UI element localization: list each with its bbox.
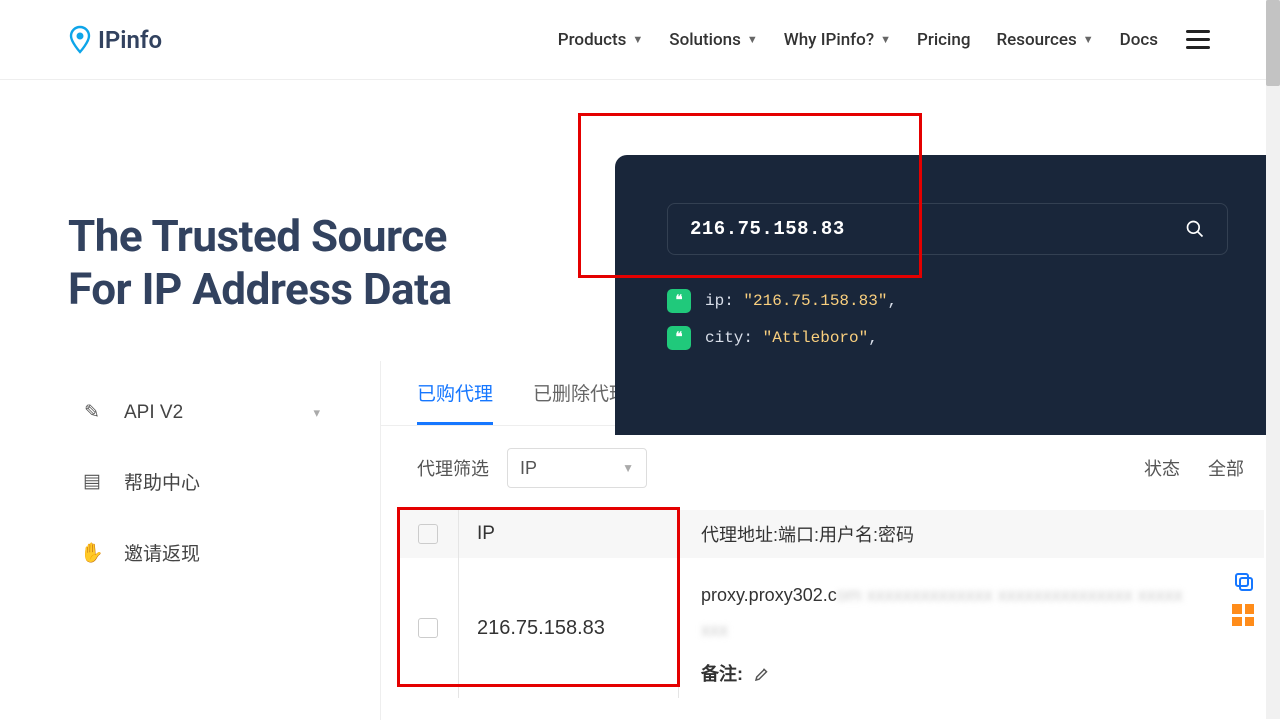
tab-deleted[interactable]: 已删除代理: [533, 379, 628, 425]
chevron-down-icon: ▼: [632, 33, 643, 46]
sidebar: ✎ API V2 ▾ ▤ 帮助中心 ✋ 邀请返现: [0, 361, 380, 720]
status-value: 全部: [1208, 455, 1244, 481]
edit-icon[interactable]: [753, 665, 771, 683]
chevron-down-icon: ▼: [880, 33, 891, 46]
nav-why[interactable]: Why IPinfo?▼: [784, 30, 891, 50]
book-icon: ▤: [80, 470, 104, 493]
sidebar-item-api[interactable]: ✎ API V2 ▾: [80, 379, 360, 446]
copy-icon[interactable]: [1232, 570, 1256, 594]
sidebar-item-label: API V2: [124, 402, 183, 424]
proxy-table: IP 代理地址:端口:用户名:密码 216.75.158.83 proxy.pr…: [397, 510, 1264, 698]
cashback-icon: ✋: [80, 541, 104, 565]
json-row-ip: ❝ ip: "216.75.158.83",: [667, 283, 1228, 320]
chevron-down-icon: ▼: [747, 33, 758, 46]
proxy-address-blurred: xxx: [701, 615, 741, 633]
row-actions: [1232, 570, 1256, 626]
row-ip-value: 216.75.158.83: [459, 558, 679, 698]
ip-search-row[interactable]: 216.75.158.83: [667, 203, 1228, 255]
col-address: 代理地址:端口:用户名:密码: [679, 521, 1264, 547]
chevron-down-icon: ▼: [622, 461, 634, 475]
note-label: 备注:: [701, 659, 743, 690]
tab-purchased[interactable]: 已购代理: [417, 379, 493, 425]
row-address-body: proxy.proxy302.com xxxxxxxxxxxxxx xxxxxx…: [701, 558, 1264, 690]
proxy-address-prefix: proxy.proxy302.c: [701, 585, 837, 605]
chevron-down-icon: ▾: [313, 405, 320, 421]
nav-docs[interactable]: Docs: [1120, 30, 1158, 50]
nav-solutions[interactable]: Solutions▼: [669, 30, 757, 50]
api-icon: ✎: [80, 401, 104, 424]
nav-products[interactable]: Products▼: [558, 30, 644, 50]
nav-pricing[interactable]: Pricing: [917, 30, 971, 50]
filter-select-value: IP: [520, 458, 537, 479]
pin-icon: [68, 25, 92, 55]
quote-badge-icon: ❝: [667, 289, 691, 313]
sidebar-item-help[interactable]: ▤ 帮助中心: [80, 446, 360, 517]
proxy-address-blurred: om xxxxxxxxxxxxxx xxxxxxxxxxxxxxx xxxxx: [837, 580, 1183, 611]
ipinfo-hero: The Trusted Source For IP Address Data 2…: [0, 80, 1280, 360]
json-row-city: ❝ city: "Attleboro",: [667, 320, 1228, 357]
chevron-down-icon: ▼: [1083, 33, 1094, 46]
main-nav: Products▼ Solutions▼ Why IPinfo?▼ Pricin…: [558, 28, 1212, 51]
ip-result-card: 216.75.158.83 ❝ ip: "216.75.158.83", ❝ c…: [615, 155, 1280, 435]
filter-label: 代理筛选: [417, 455, 489, 481]
status-label: 状态: [1144, 455, 1180, 481]
table-head: IP 代理地址:端口:用户名:密码: [397, 510, 1264, 558]
json-preview: ❝ ip: "216.75.158.83", ❝ city: "Attlebor…: [667, 283, 1228, 357]
table-row: 216.75.158.83 proxy.proxy302.com xxxxxxx…: [397, 558, 1264, 698]
note-row: 备注:: [701, 659, 1264, 690]
nav-resources[interactable]: Resources▼: [996, 30, 1093, 50]
search-icon[interactable]: [1185, 219, 1205, 239]
qr-icon[interactable]: [1232, 604, 1254, 626]
menu-icon[interactable]: [1184, 28, 1212, 51]
row-checkbox[interactable]: [418, 618, 438, 638]
ipinfo-header: IPinfo Products▼ Solutions▼ Why IPinfo?▼…: [0, 0, 1280, 80]
ip-search-value: 216.75.158.83: [690, 218, 845, 240]
col-ip: IP: [459, 510, 679, 558]
sidebar-item-label: 邀请返现: [124, 539, 200, 566]
page-scrollbar[interactable]: [1266, 0, 1280, 719]
scrollbar-thumb[interactable]: [1266, 0, 1280, 86]
brand-text: IPinfo: [98, 26, 162, 54]
sidebar-item-invite[interactable]: ✋ 邀请返现: [80, 517, 360, 588]
sidebar-item-label: 帮助中心: [124, 468, 200, 495]
filter-row: 代理筛选 IP ▼ 状态 全部: [381, 426, 1280, 510]
logo[interactable]: IPinfo: [68, 25, 162, 55]
quote-badge-icon: ❝: [667, 326, 691, 350]
filter-select[interactable]: IP ▼: [507, 448, 647, 488]
select-all-checkbox[interactable]: [418, 524, 438, 544]
